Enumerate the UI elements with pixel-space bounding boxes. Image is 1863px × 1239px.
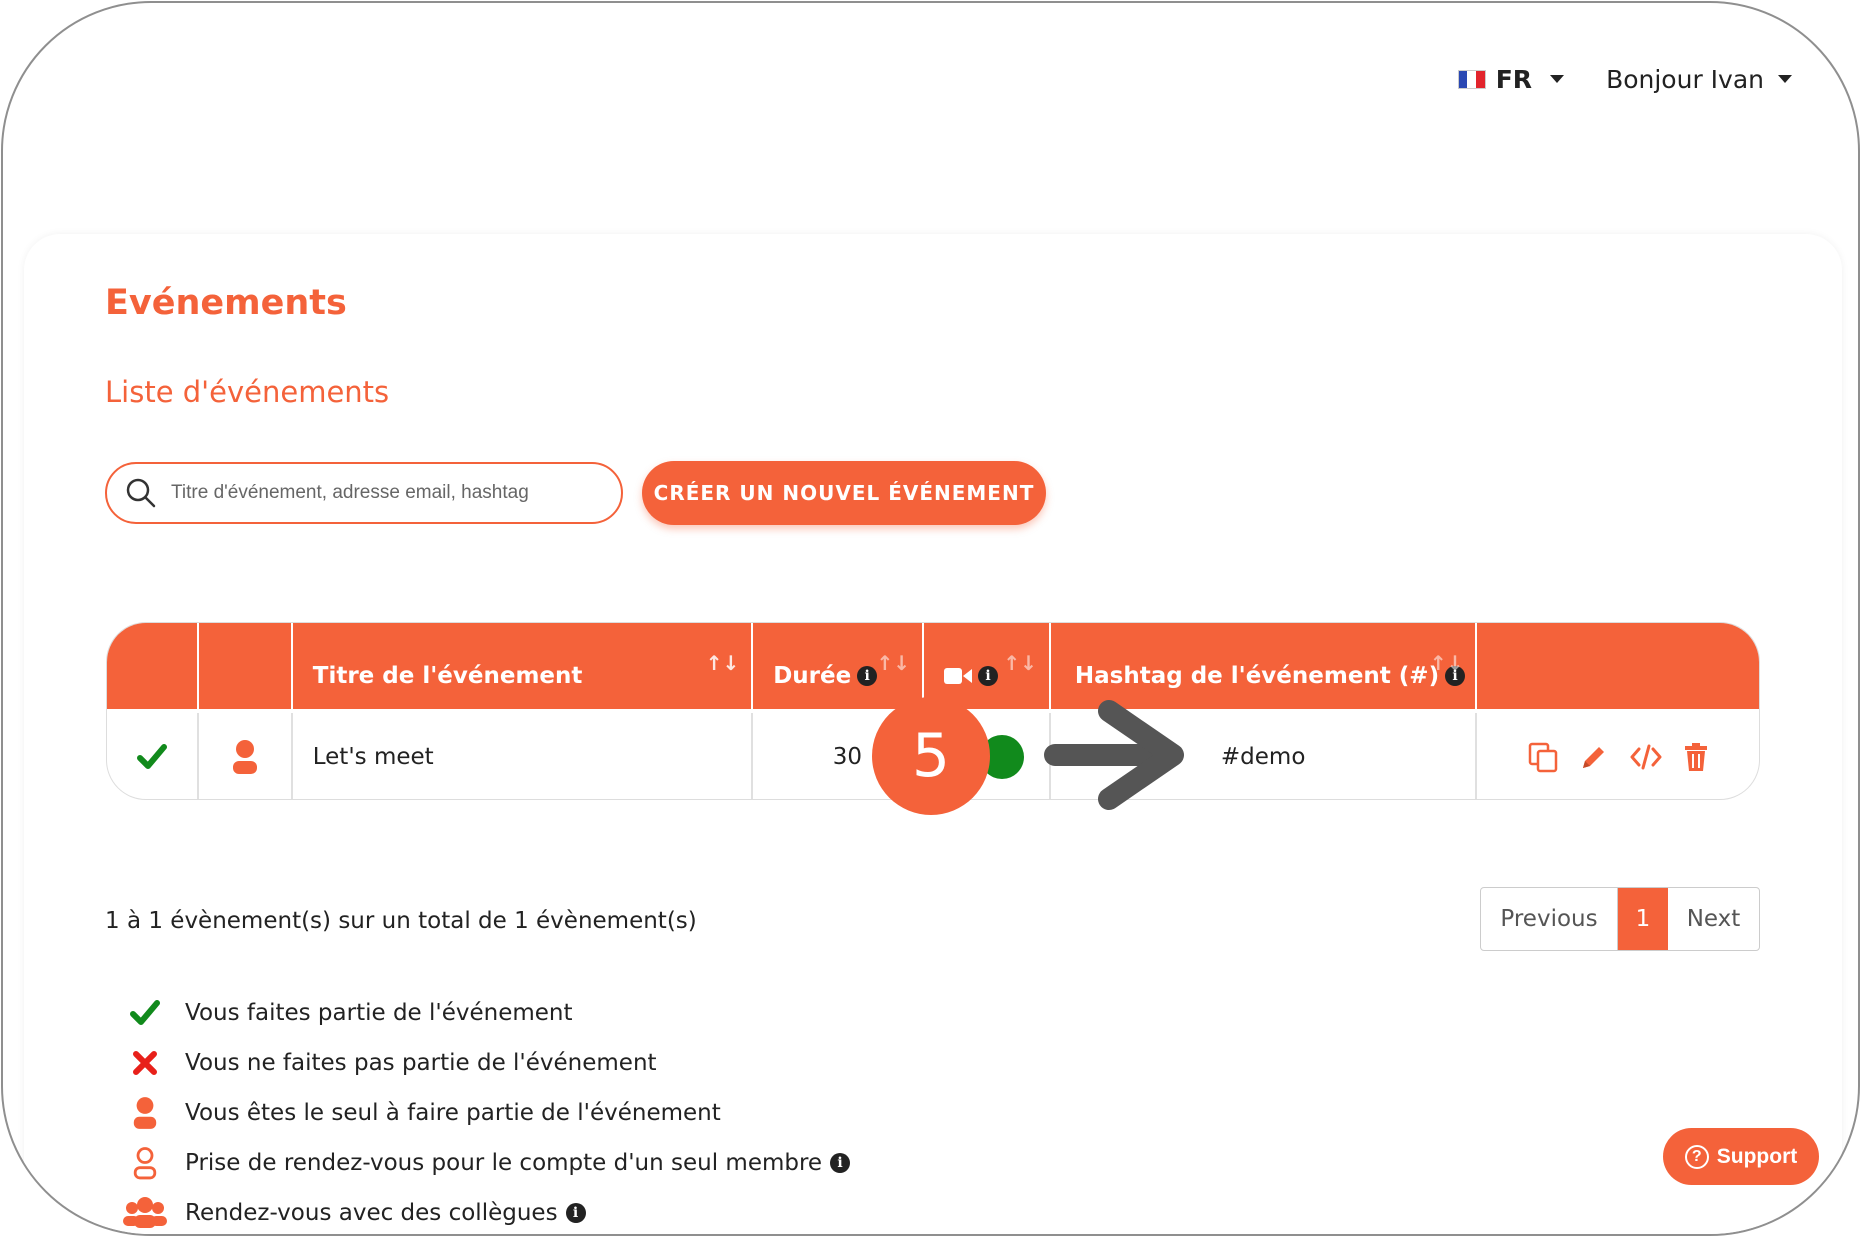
- legend-label: Prise de rendez-vous pour le compte d'un…: [185, 1150, 823, 1176]
- user-greeting: Bonjour Ivan: [1606, 64, 1764, 94]
- legend-item: Vous êtes le seul à faire partie de l'év…: [105, 1088, 850, 1138]
- info-icon[interactable]: i: [857, 666, 878, 686]
- legend-item: Rendez-vous avec des collègues i: [105, 1188, 850, 1234]
- edit-icon[interactable]: [1579, 742, 1609, 772]
- support-button[interactable]: ? Support: [1663, 1128, 1819, 1185]
- row-hashtag-value: #demo: [1220, 744, 1306, 770]
- language-selector[interactable]: FR: [1457, 64, 1565, 94]
- chevron-down-icon: [1778, 75, 1792, 83]
- legend-item: Prise de rendez-vous pour le compte d'un…: [105, 1138, 851, 1188]
- pagination: Previous 1 Next: [1480, 887, 1760, 951]
- legend: Vous faites partie de l'événement Vous n…: [105, 988, 851, 1234]
- annotation-arrow: [1044, 700, 1184, 810]
- person-icon: [232, 740, 257, 774]
- trash-icon[interactable]: [1683, 742, 1709, 772]
- row-title[interactable]: Let's meet: [293, 713, 754, 799]
- row-actions: [1477, 713, 1759, 799]
- section-subtitle: Liste d'événements: [105, 375, 390, 409]
- row-duration-value: 30: [832, 744, 863, 770]
- search-box: [105, 462, 623, 524]
- support-label: Support: [1716, 1144, 1798, 1168]
- code-icon[interactable]: [1629, 743, 1663, 771]
- create-event-button[interactable]: CRÉER UN NOUVEL ÉVÉNEMENT: [642, 461, 1046, 525]
- cross-icon: [105, 1049, 185, 1077]
- header-duration-label: Durée: [773, 663, 852, 689]
- header-title-label: Titre de l'événement: [312, 663, 583, 689]
- sort-icon[interactable]: ↑↓: [877, 651, 911, 675]
- check-icon: [105, 999, 185, 1027]
- help-icon: ?: [1684, 1144, 1709, 1169]
- sort-icon[interactable]: ↑↓: [706, 651, 740, 675]
- legend-label: Rendez-vous avec des collègues: [185, 1200, 558, 1226]
- legend-label: Vous êtes le seul à faire partie de l'év…: [185, 1100, 721, 1126]
- search-input[interactable]: [169, 481, 593, 505]
- check-icon: [136, 744, 167, 769]
- legend-item: Vous faites partie de l'événement: [105, 988, 850, 1038]
- person-icon: [105, 1096, 185, 1130]
- search-icon: [126, 478, 156, 508]
- header-actions: [1477, 623, 1759, 709]
- copy-icon[interactable]: [1527, 741, 1559, 773]
- chevron-down-icon: [1550, 75, 1565, 83]
- header-video[interactable]: i ↑↓: [924, 623, 1051, 709]
- info-icon[interactable]: i: [830, 1153, 851, 1173]
- legend-label: Vous ne faites pas partie de l'événement: [185, 1050, 657, 1076]
- header-title[interactable]: Titre de l'événement ↑↓: [293, 623, 754, 709]
- sort-icon[interactable]: ↑↓: [1003, 651, 1037, 675]
- previous-page-button[interactable]: Previous: [1481, 888, 1618, 950]
- header-hashtag-label: Hashtag de l'événement (#): [1074, 663, 1440, 689]
- header-type: [199, 623, 293, 709]
- page-1-button[interactable]: 1: [1618, 888, 1668, 950]
- group-icon: [105, 1196, 185, 1230]
- results-summary: 1 à 1 évènement(s) sur un total de 1 évè…: [105, 908, 697, 934]
- step-number-badge: 5: [872, 697, 990, 815]
- info-icon[interactable]: i: [978, 666, 999, 686]
- language-label: FR: [1495, 64, 1533, 94]
- sort-icon[interactable]: ↑↓: [1430, 651, 1464, 675]
- user-menu[interactable]: Bonjour Ivan: [1606, 65, 1792, 94]
- row-type: [199, 713, 293, 799]
- legend-label: Vous faites partie de l'événement: [185, 1000, 573, 1026]
- person-outline-icon: [105, 1146, 185, 1180]
- app-frame: FR Bonjour Ivan Evénements Liste d'événe…: [1, 1, 1860, 1236]
- row-status: [107, 713, 199, 799]
- top-bar: FR Bonjour Ivan: [1457, 59, 1792, 99]
- info-icon[interactable]: i: [565, 1203, 586, 1223]
- header-duration[interactable]: Durée i ↑↓: [753, 623, 925, 709]
- next-page-button[interactable]: Next: [1668, 888, 1759, 950]
- legend-item: Vous ne faites pas partie de l'événement: [105, 1038, 850, 1088]
- video-camera-icon: [944, 668, 973, 684]
- header-status: [107, 623, 199, 709]
- page-title: Evénements: [105, 283, 347, 323]
- french-flag-icon: [1457, 69, 1486, 89]
